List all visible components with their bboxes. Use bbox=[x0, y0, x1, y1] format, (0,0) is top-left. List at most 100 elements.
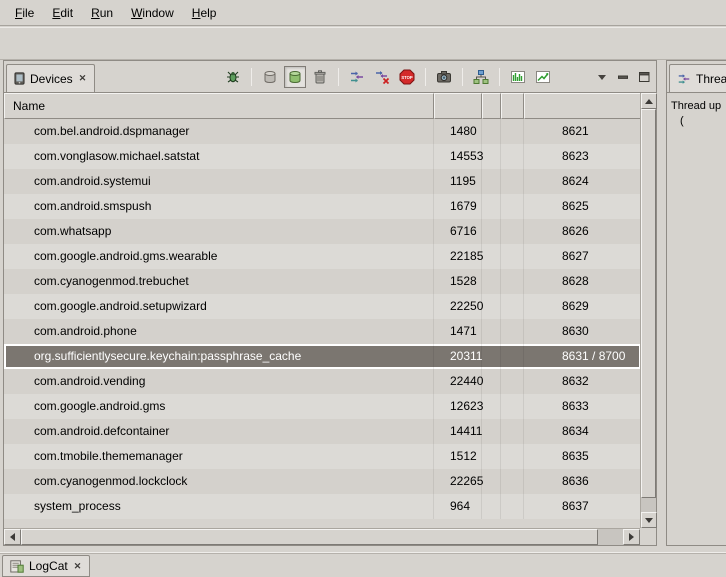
view-hierarchy-button[interactable] bbox=[470, 66, 492, 88]
arrow-right-icon bbox=[629, 533, 634, 541]
stop-thread-updates-button[interactable] bbox=[371, 66, 393, 88]
show-heap-updates-button[interactable] bbox=[259, 66, 281, 88]
empty-cell bbox=[482, 319, 501, 344]
method-profiling-button[interactable] bbox=[532, 66, 554, 88]
table-row[interactable]: com.android.defcontainer144118634 bbox=[4, 419, 641, 444]
toolbar-separator bbox=[462, 68, 463, 86]
scroll-down-button[interactable] bbox=[641, 512, 657, 528]
menu-item-help[interactable]: Help bbox=[183, 3, 226, 23]
devices-tabbar: Devices ✕ bbox=[4, 61, 656, 93]
menu-item-run[interactable]: Run bbox=[82, 3, 122, 23]
empty-cell bbox=[501, 419, 524, 444]
table-row[interactable]: com.android.smspush1679 8625 bbox=[4, 194, 641, 219]
scroll-right-button[interactable] bbox=[623, 529, 640, 545]
empty-cell bbox=[501, 294, 524, 319]
empty-cell bbox=[501, 269, 524, 294]
menubar: FileEditRunWindowHelp bbox=[0, 0, 726, 26]
table-row[interactable]: system_process9648637 bbox=[4, 494, 641, 519]
process-name: com.android.systemui bbox=[4, 169, 434, 194]
arrow-up-icon bbox=[645, 99, 653, 104]
tab-devices[interactable]: Devices ✕ bbox=[6, 64, 95, 92]
vertical-scrollbar[interactable] bbox=[640, 93, 656, 528]
horizontal-scrollbar[interactable] bbox=[4, 528, 640, 545]
screen-capture-icon bbox=[436, 69, 452, 85]
empty-cell bbox=[501, 219, 524, 244]
stop-process-button[interactable]: STOP bbox=[396, 66, 418, 88]
scroll-up-button[interactable] bbox=[641, 93, 657, 109]
process-name: com.bel.android.dspmanager bbox=[4, 119, 434, 144]
table-row[interactable]: com.whatsapp6716 8626 bbox=[4, 219, 641, 244]
table-row[interactable]: com.tmobile.thememanager15128635 bbox=[4, 444, 641, 469]
table-row-selected[interactable]: org.sufficientlysecure.keychain:passphra… bbox=[4, 344, 641, 369]
screen-capture-button[interactable] bbox=[433, 66, 455, 88]
table-row[interactable]: com.android.vending224408632 bbox=[4, 369, 641, 394]
process-name: com.android.phone bbox=[4, 319, 434, 344]
column-header-pid[interactable] bbox=[434, 93, 482, 119]
empty-cell bbox=[482, 494, 501, 519]
column-header-empty1[interactable] bbox=[482, 93, 501, 119]
cause-gc-button[interactable] bbox=[309, 66, 331, 88]
close-icon[interactable]: ✕ bbox=[78, 73, 88, 84]
process-pid: 964 bbox=[434, 494, 482, 519]
update-heap-icon bbox=[287, 69, 303, 85]
capture-systrace-button[interactable] bbox=[507, 66, 529, 88]
chevron-down-icon bbox=[597, 72, 607, 82]
update-threads-button[interactable] bbox=[346, 66, 368, 88]
process-name: com.android.defcontainer bbox=[4, 419, 434, 444]
process-pid: 14553 bbox=[434, 144, 482, 169]
process-pid: 1679 bbox=[434, 194, 482, 219]
process-pid: 22250 bbox=[434, 294, 482, 319]
menu-item-file[interactable]: File bbox=[6, 3, 43, 23]
table-row[interactable]: com.google.android.gms.wearable221858627 bbox=[4, 244, 641, 269]
tab-logcat[interactable]: LogCat ✕ bbox=[2, 555, 90, 577]
process-name: com.whatsapp bbox=[4, 219, 434, 244]
vertical-scrollbar-thumb[interactable] bbox=[641, 109, 656, 498]
bottom-bar: LogCat ✕ bbox=[0, 552, 726, 577]
scroll-left-button[interactable] bbox=[4, 529, 21, 545]
device-icon bbox=[14, 72, 25, 85]
process-name: com.vonglasow.michael.satstat bbox=[4, 144, 434, 169]
process-port: 8625 bbox=[524, 194, 641, 219]
process-name: com.tmobile.thememanager bbox=[4, 444, 434, 469]
process-port: 8629 bbox=[524, 294, 641, 319]
process-port: 8633 bbox=[524, 394, 641, 419]
devices-panel: Devices ✕ bbox=[3, 60, 657, 546]
process-pid: 6716 bbox=[434, 219, 482, 244]
column-header-empty2[interactable] bbox=[501, 93, 524, 119]
devices-table: Name com.bel.android.dspmanager14808621c… bbox=[4, 93, 656, 545]
update-threads-icon bbox=[349, 69, 365, 85]
minimize-icon bbox=[616, 70, 630, 84]
devices-tab-label: Devices bbox=[30, 72, 73, 86]
process-name: com.android.smspush bbox=[4, 194, 434, 219]
menu-item-window[interactable]: Window bbox=[122, 3, 183, 23]
table-row[interactable]: com.android.phone14718630 bbox=[4, 319, 641, 344]
table-row[interactable]: com.android.systemui11958624 bbox=[4, 169, 641, 194]
table-row[interactable]: com.google.android.setupwizard222508629 bbox=[4, 294, 641, 319]
empty-cell bbox=[501, 344, 524, 369]
close-icon[interactable]: ✕ bbox=[73, 561, 83, 572]
table-row[interactable]: com.google.android.gms126238633 bbox=[4, 394, 641, 419]
empty-cell bbox=[482, 219, 501, 244]
horizontal-scrollbar-thumb[interactable] bbox=[21, 529, 598, 545]
column-header-name[interactable]: Name bbox=[4, 93, 434, 119]
column-header-port[interactable] bbox=[524, 93, 641, 119]
logcat-icon bbox=[10, 560, 24, 573]
process-port: 8632 bbox=[524, 369, 641, 394]
table-row[interactable]: com.cyanogenmod.trebuchet15288628 bbox=[4, 269, 641, 294]
update-heap-button[interactable] bbox=[284, 66, 306, 88]
table-row[interactable]: com.cyanogenmod.lockclock222658636 bbox=[4, 469, 641, 494]
maximize-button[interactable] bbox=[635, 67, 653, 87]
debug-process-button[interactable] bbox=[222, 66, 244, 88]
menu-item-edit[interactable]: Edit bbox=[43, 3, 82, 23]
empty-cell bbox=[501, 319, 524, 344]
process-port: 8626 bbox=[524, 219, 641, 244]
toolbar-separator bbox=[251, 68, 252, 86]
view-menu-button[interactable] bbox=[593, 67, 611, 87]
table-row[interactable]: com.vonglasow.michael.satstat145538623 bbox=[4, 144, 641, 169]
threads-tab-label: Threads bbox=[696, 72, 726, 86]
minimize-button[interactable] bbox=[614, 67, 632, 87]
process-port: 8630 bbox=[524, 319, 641, 344]
empty-cell bbox=[501, 369, 524, 394]
tab-threads[interactable]: Threads bbox=[669, 64, 726, 92]
table-row[interactable]: com.bel.android.dspmanager14808621 bbox=[4, 119, 641, 144]
